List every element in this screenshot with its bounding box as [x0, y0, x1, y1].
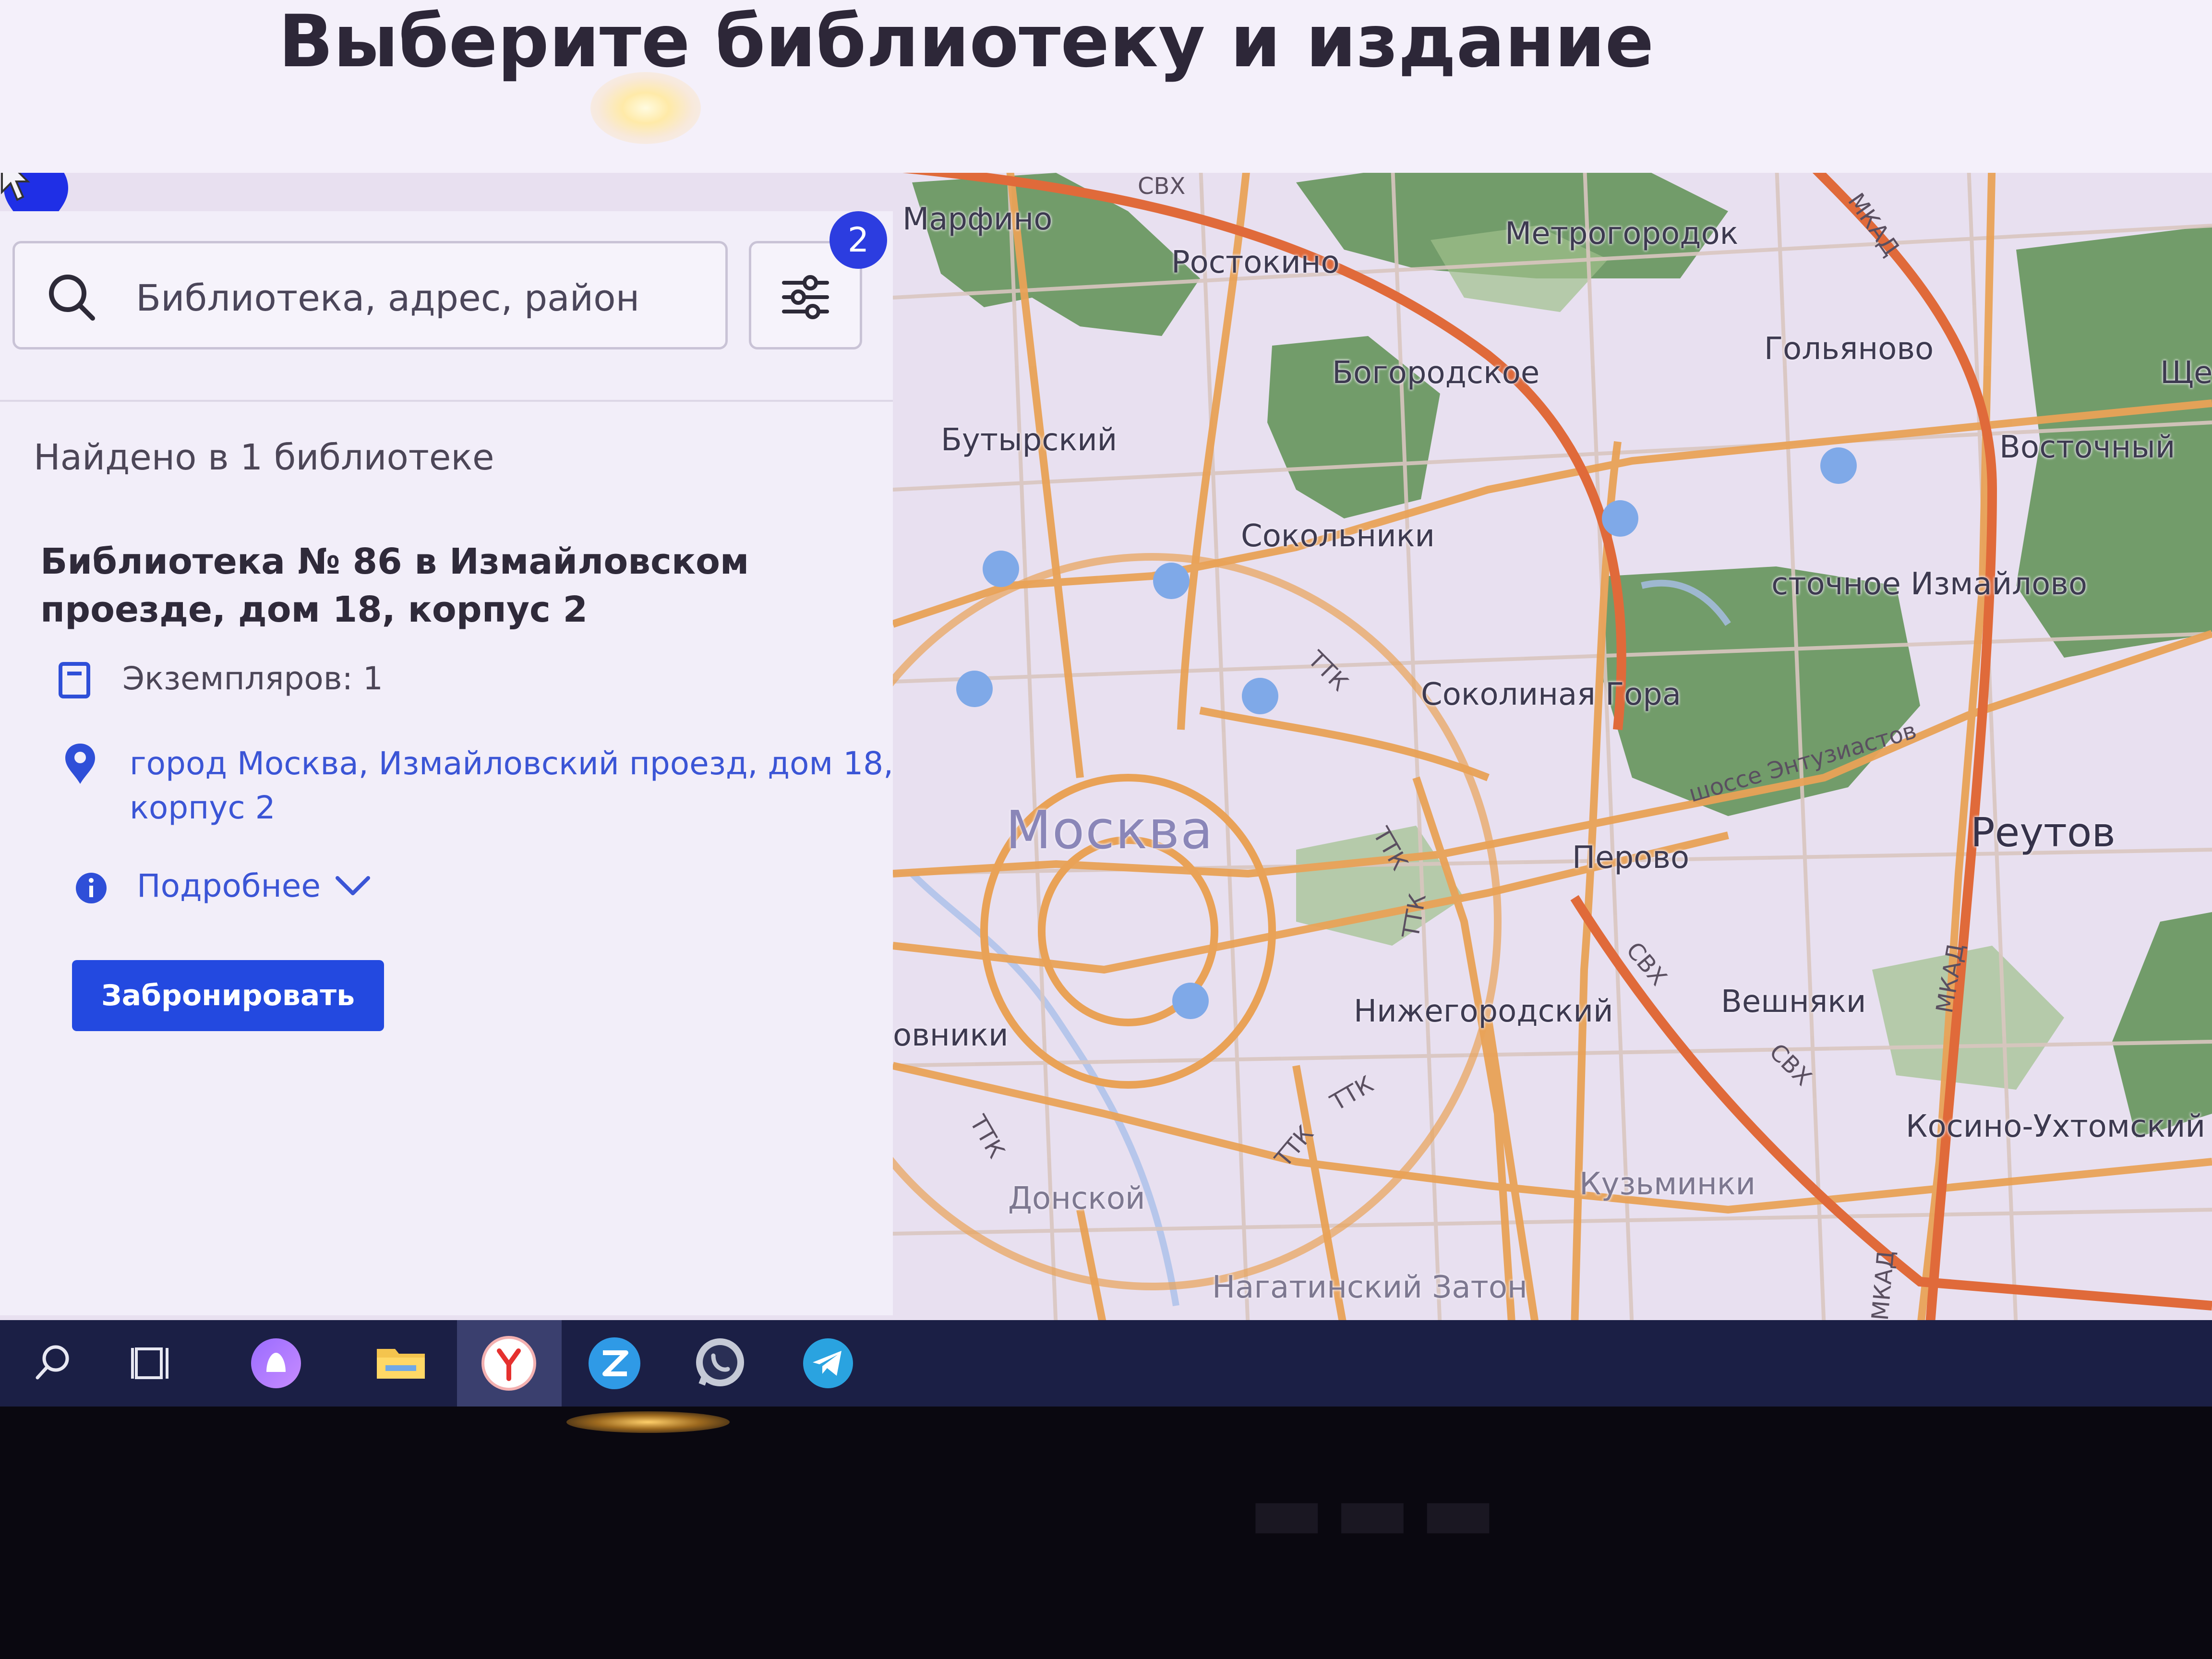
map-label-sokolniki: Сокольники: [1241, 518, 1435, 554]
page-title: Выберите библиотеку и издание: [278, 0, 1654, 84]
search-box[interactable]: [12, 241, 728, 349]
yandex-browser-icon[interactable]: [480, 1334, 538, 1392]
search-icon: [49, 275, 95, 321]
filter-sliders-icon: [782, 275, 829, 319]
map-label-sokolinaya-gora: Соколиная Гора: [1421, 677, 1682, 712]
map-label-veshnyaki: Вешняки: [1721, 984, 1866, 1020]
map-marker-icon: [65, 744, 95, 784]
zoom-icon[interactable]: [586, 1334, 643, 1392]
laptop-bezel: ▬▬▬: [0, 1407, 2212, 1659]
chevron-down-icon[interactable]: [334, 871, 372, 900]
laptop-brand-logo: ▬▬▬: [1248, 1464, 1505, 1559]
task-view-icon[interactable]: [126, 1334, 183, 1392]
copies-count: Экземпляров: 1: [122, 660, 383, 697]
library-panel: 2 Найдено в 1 библиотеке Библиотека № 86…: [0, 211, 893, 1315]
taskbar: [0, 1320, 2212, 1407]
map-label-nizhegorodsky: Нижегородский: [1354, 994, 1613, 1029]
map-label-metrogorodok: Метрогородок: [1505, 216, 1739, 252]
results-count: Найдено в 1 библиотеке: [34, 437, 494, 478]
book-icon: [59, 662, 90, 698]
library-address[interactable]: город Москва, Измайловский проезд, дом 1…: [130, 742, 898, 830]
library-name[interactable]: Библиотека № 86 в Измайловском проезде, …: [40, 538, 832, 634]
whatsapp-icon[interactable]: [691, 1334, 749, 1392]
book-button[interactable]: Забронировать: [72, 960, 384, 1031]
map-label-nagatinsky-zaton: Нагатинский Затон: [1212, 1270, 1527, 1305]
file-explorer-icon[interactable]: [372, 1334, 430, 1392]
info-icon: [76, 873, 107, 903]
bezel-light-reflection: [566, 1411, 730, 1433]
map-label-shche: Ще: [2160, 355, 2212, 391]
map-label-reutov: Реутов: [1971, 809, 2116, 856]
map-label-moskva: Москва: [1006, 799, 1214, 861]
map-label-ovniki: овники: [893, 1018, 1009, 1053]
filter-count-badge: 2: [830, 211, 887, 269]
details-link[interactable]: Подробнее: [137, 867, 321, 904]
map-label-butyrsky: Бутырский: [941, 422, 1118, 458]
road-label-svh: СВХ: [1138, 173, 1186, 200]
map-label-kuzminki: Кузьминки: [1579, 1166, 1756, 1202]
page-header: Выберите библиотеку и издание: [0, 0, 2212, 173]
screen: Марфино СВХ Ростокино Метрогородок МКАД …: [0, 0, 2212, 1407]
map-label-kosino-ukhtomsky: Косино-Ухтомский: [1906, 1109, 2206, 1144]
search-icon[interactable]: [24, 1334, 82, 1392]
map-label-donskoy: Донской: [1008, 1181, 1145, 1216]
map-label-vostochnoe-izmaylovo: сточное Измайлово: [1771, 566, 2088, 602]
map-label-marfino: Марфино: [902, 202, 1053, 237]
telegram-icon[interactable]: [799, 1334, 857, 1392]
map-label-vostochny: Восточный: [1999, 430, 2176, 465]
search-input[interactable]: [135, 268, 713, 327]
screen-glare: [590, 72, 701, 144]
map-label-golyanovo: Гольяново: [1764, 331, 1934, 367]
map-label-bogorodskoe: Богородское: [1332, 355, 1540, 391]
panel-divider: [0, 400, 893, 402]
map-label-rostokino: Ростокино: [1171, 245, 1340, 280]
alice-icon[interactable]: [247, 1334, 305, 1392]
map-label-perovo: Перово: [1572, 840, 1690, 876]
